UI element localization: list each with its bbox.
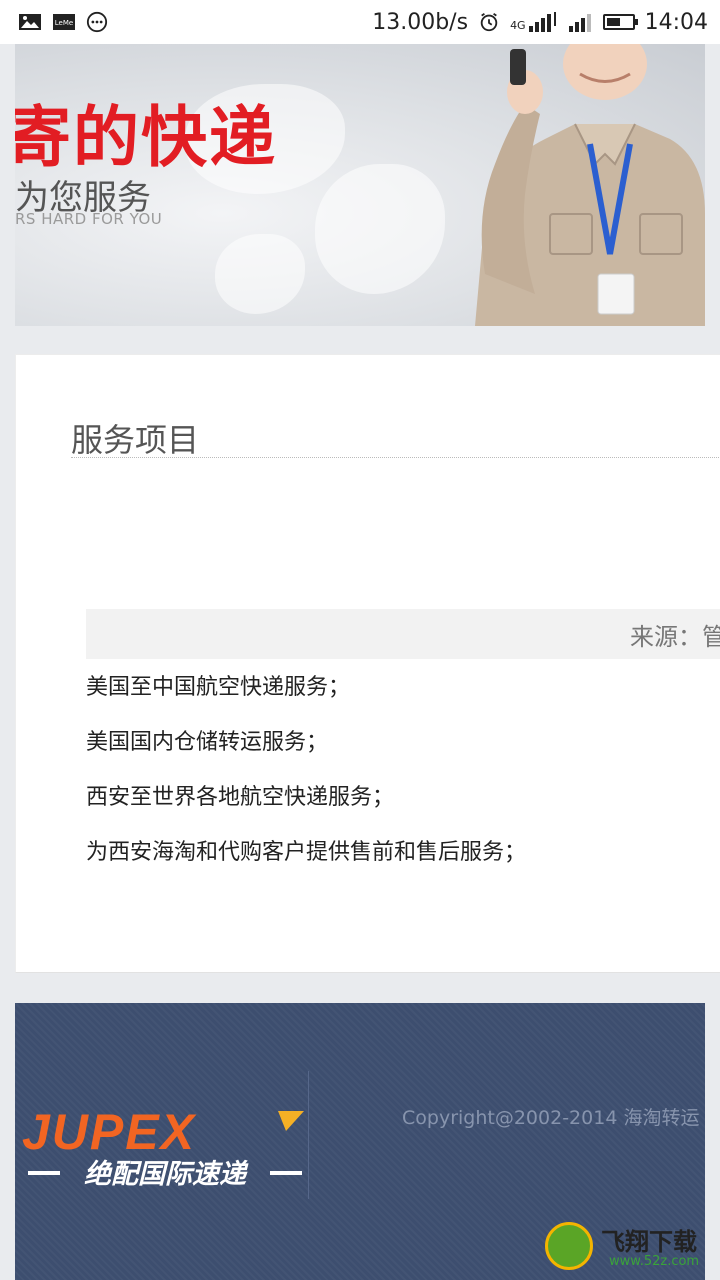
footer-divider [308, 1071, 309, 1199]
hero-banner[interactable]: 寄的快递 为您服务 RS HARD FOR YOU [15, 44, 705, 326]
alarm-icon [480, 12, 498, 32]
logo-tagline: 绝配国际速递 [84, 1159, 249, 1190]
world-map-shape [215, 234, 305, 314]
network-type-label: 4G [510, 19, 526, 32]
banner-english-slogan: RS HARD FOR YOU [15, 210, 163, 228]
courier-illustration [475, 44, 705, 326]
signal-bars-icon-2 [568, 14, 591, 32]
status-bar: LeMe 13.00b/s 4G 14:04 [0, 0, 720, 44]
leaf-logo-icon [545, 1222, 593, 1270]
watermark-url: www.52z.com [609, 1254, 700, 1269]
service-item: 西安至世界各地航空快递服务； [86, 785, 395, 810]
status-right: 13.00b/s 4G 14:04 [372, 10, 708, 35]
service-card: 服务项目 来源：管 美国至中国航空快递服务； 美国国内仓储转运服务； 西安至世界… [15, 354, 720, 973]
service-item: 美国至中国航空快递服务； [86, 675, 351, 700]
more-notifications-icon [86, 11, 108, 33]
site-watermark: 飞翔下载 www.52z.com [545, 1220, 720, 1280]
source-bar: 来源：管 [86, 609, 720, 659]
signal-bars-icon [528, 12, 556, 32]
watermark-name: 飞翔下载 [601, 1228, 697, 1256]
section-title: 服务项目 [71, 421, 200, 459]
world-map-shape [315, 164, 445, 294]
leme-app-icon: LeMe [53, 14, 75, 30]
gallery-icon [19, 14, 41, 30]
source-label: 来源：管 [630, 623, 720, 651]
jupex-logo[interactable]: JUPEX 绝配国际速递 [20, 1105, 305, 1190]
title-divider [71, 457, 720, 458]
svg-text:LeMe: LeMe [55, 19, 73, 27]
logo-text: JUPEX [22, 1105, 197, 1160]
service-item: 为西安海淘和代购客户提供售前和售后服务； [86, 840, 527, 865]
clock: 14:04 [644, 9, 708, 35]
copyright-text: Copyright@2002-2014 海淘转运 [402, 1107, 700, 1129]
banner-title: 寄的快递 [15, 99, 277, 176]
service-item: 美国国内仓储转运服务； [86, 730, 329, 755]
status-left-icons: LeMe [18, 11, 108, 33]
battery-level [606, 18, 620, 26]
battery-icon [602, 14, 638, 30]
signal-4g: 4G [510, 12, 559, 32]
network-speed: 13.00b/s [372, 9, 469, 35]
